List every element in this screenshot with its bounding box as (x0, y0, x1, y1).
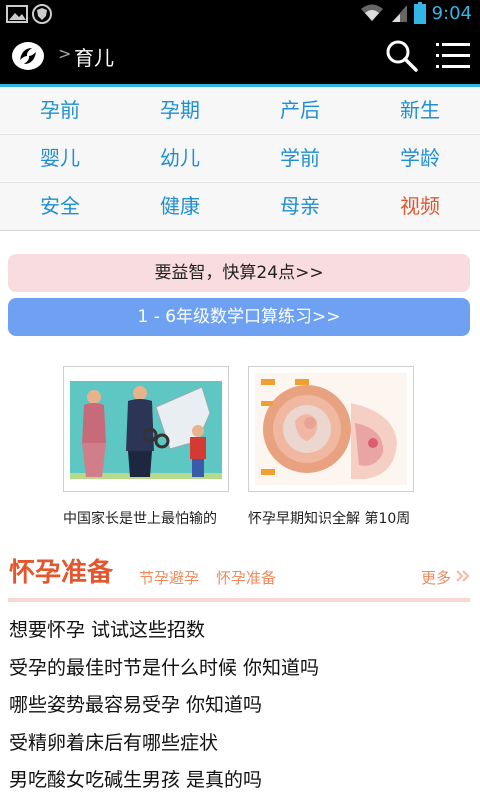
category-anquan[interactable]: 安全 (0, 183, 120, 231)
app-logo-icon[interactable] (10, 40, 46, 72)
family-illustration-image (70, 373, 222, 485)
list-item[interactable]: 受孕的最佳时节是什么时候 你知道吗 (9, 650, 469, 688)
category-row: 孕前 孕期 产后 新生 (0, 87, 480, 135)
double-chevron-right-icon[interactable] (456, 569, 470, 583)
section-title: 怀孕准备 (9, 558, 114, 588)
list-item[interactable]: 想要怀孕 试试这些招数 (9, 612, 469, 650)
category-row: 婴儿 幼儿 学前 学龄 (0, 135, 480, 183)
battery-icon (413, 2, 426, 24)
math-practice-button[interactable]: 1 - 6年级数学口算练习>> (8, 298, 470, 336)
category-xinsheng[interactable]: 新生 (360, 87, 480, 134)
category-shipin[interactable]: 视频 (360, 183, 480, 231)
category-yunqian[interactable]: 孕前 (0, 87, 120, 134)
breadcrumb-separator: > (58, 44, 72, 63)
page-title: 育儿 (74, 46, 114, 70)
list-item[interactable]: 哪些姿势最容易受孕 你知道吗 (9, 687, 469, 725)
article-thumbnail[interactable] (63, 366, 229, 492)
article-thumbnail[interactable] (248, 366, 414, 492)
wifi-icon (360, 4, 383, 21)
article-list: 想要怀孕 试试这些招数 受孕的最佳时节是什么时候 你知道吗 哪些姿势最容易受孕 … (9, 612, 469, 800)
category-row: 安全 健康 母亲 视频 (0, 183, 480, 231)
shield-notification-icon (32, 4, 52, 24)
signal-icon (391, 5, 407, 22)
article-caption[interactable]: 中国家长是世上最怕输的 (63, 508, 231, 528)
search-icon[interactable] (384, 38, 420, 74)
app-bar: > 育儿 (0, 28, 480, 84)
category-xueling[interactable]: 学龄 (360, 135, 480, 182)
category-muqin[interactable]: 母亲 (240, 183, 360, 231)
section-divider (8, 598, 470, 602)
section-tag-birth-control[interactable]: 节孕避孕 (139, 567, 199, 588)
category-jiankang[interactable]: 健康 (120, 183, 240, 231)
category-yinger[interactable]: 婴儿 (0, 135, 120, 182)
puzzle-24-points-button[interactable]: 要益智，快算24点>> (8, 254, 470, 292)
category-grid: 孕前 孕期 产后 新生 婴儿 幼儿 学前 学龄 安全 健康 母亲 视频 (0, 87, 480, 231)
fetus-illustration-image (255, 373, 407, 485)
category-chanhou[interactable]: 产后 (240, 87, 360, 134)
gallery-notification-icon (6, 5, 28, 23)
list-item[interactable]: 男吃酸女吃碱生男孩 是真的吗 (9, 762, 469, 800)
status-bar: 9:04 (0, 0, 480, 28)
article-caption[interactable]: 怀孕早期知识全解 第10周 (248, 508, 416, 528)
section-tag-pregnancy-prep[interactable]: 怀孕准备 (216, 567, 276, 588)
category-xueqian[interactable]: 学前 (240, 135, 360, 182)
list-item[interactable]: 受精卵着床后有哪些症状 (9, 725, 469, 763)
category-yunqi[interactable]: 孕期 (120, 87, 240, 134)
article-card[interactable]: 中国家长是世上最怕输的 (63, 366, 229, 528)
menu-icon[interactable] (436, 40, 470, 72)
category-youer[interactable]: 幼儿 (120, 135, 240, 182)
article-card[interactable]: 怀孕早期知识全解 第10周 (248, 366, 414, 528)
more-link[interactable]: 更多 (421, 567, 451, 588)
clock: 9:04 (431, 2, 472, 24)
